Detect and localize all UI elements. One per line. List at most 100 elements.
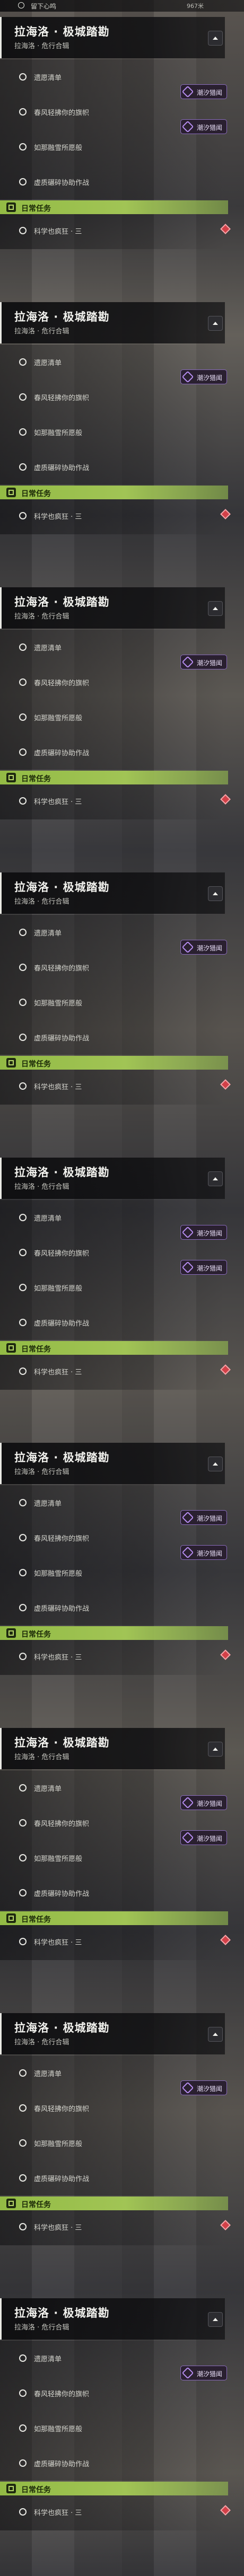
- objective-row[interactable]: 如那融雪所愿般: [0, 1840, 244, 1875]
- quest-subtitle: 拉海洛 · 危行合辑: [14, 328, 69, 336]
- objective-row[interactable]: 虚质碾碎协助作战: [0, 2160, 244, 2195]
- daily-task-header[interactable]: 日常任务: [0, 771, 228, 784]
- daily-objective-row[interactable]: 科学也疯狂 · 三: [0, 214, 244, 249]
- quest-header[interactable]: 拉海洛 · 极城踏勘 拉海洛 · 危行合辑: [0, 1728, 225, 1769]
- daily-task-header[interactable]: 日常任务: [0, 2196, 228, 2210]
- circle-outline-icon: [19, 1889, 27, 1896]
- daily-task-header[interactable]: 日常任务: [0, 1626, 228, 1640]
- daily-task-header[interactable]: 日常任务: [0, 1341, 228, 1355]
- tidal-hunt-badge[interactable]: 潮汐猎闻: [180, 369, 227, 384]
- daily-objective-row[interactable]: 科学也疯狂 · 三: [0, 1925, 244, 1960]
- daily-task-icon: [6, 2199, 16, 2208]
- objective-row[interactable]: 虚质碾碎协助作战: [0, 1020, 244, 1055]
- objective-row[interactable]: 如那融雪所愿般: [0, 414, 244, 449]
- objective-row[interactable]: 虚质碾碎协助作战: [0, 449, 244, 484]
- objective-row[interactable]: 春风轻拂你的旗帜: [0, 380, 244, 414]
- daily-objective-row[interactable]: 科学也疯狂 · 三: [0, 2495, 244, 2530]
- chevron-up-icon[interactable]: [208, 316, 223, 331]
- chevron-up-icon[interactable]: [208, 31, 223, 46]
- daily-task-header[interactable]: 日常任务: [0, 2482, 228, 2495]
- daily-objective-row[interactable]: 科学也疯狂 · 三: [0, 784, 244, 819]
- daily-task-header[interactable]: 日常任务: [0, 486, 228, 499]
- quest-header[interactable]: 拉海洛 · 极城踏勘 拉海洛 · 危行合辑: [0, 2013, 225, 2054]
- quest-header[interactable]: 拉海洛 · 极城踏勘 拉海洛 · 危行合辑: [0, 872, 225, 914]
- objective-row[interactable]: 如那融雪所愿般: [0, 985, 244, 1020]
- objective-row[interactable]: 如那融雪所愿般: [0, 129, 244, 164]
- quest-header[interactable]: 拉海洛 · 极城踏勘 拉海洛 · 危行合辑: [0, 17, 225, 58]
- quest-panel: 拉海洛 · 极城踏勘 拉海洛 · 危行合辑 遗愿清单 春风轻拂你的旗帜 潮汐猎闻 如那融雪…: [0, 17, 244, 281]
- daily-task-title: 日常任务: [21, 490, 51, 498]
- circle-outline-icon: [19, 1569, 27, 1576]
- tidal-hunt-badge[interactable]: 潮汐猎闻: [180, 119, 227, 134]
- objective-row[interactable]: 春风轻拂你的旗帜: [0, 665, 244, 700]
- chevron-up-icon[interactable]: [208, 1171, 223, 1186]
- daily-objective-row[interactable]: 科学也疯狂 · 三: [0, 1355, 244, 1390]
- daily-task-header[interactable]: 日常任务: [0, 1911, 228, 1925]
- objective-label: 春风轻拂你的旗帜: [34, 2390, 90, 2398]
- daily-objective-row[interactable]: 科学也疯狂 · 三: [0, 1640, 244, 1675]
- objective-label: 春风轻拂你的旗帜: [34, 109, 90, 117]
- objective-label: 遗愿清单: [34, 1500, 62, 1508]
- tidal-hunt-badge[interactable]: 潮汐猎闻: [180, 1225, 227, 1240]
- quest-header[interactable]: 拉海洛 · 极城踏勘拉海洛 · 危行合辑: [0, 302, 225, 343]
- tidal-hunt-badge[interactable]: 潮汐猎闻: [180, 1795, 227, 1810]
- objective-row[interactable]: 如那融雪所愿般: [0, 1555, 244, 1590]
- objective-row[interactable]: 春风轻拂你的旗帜: [0, 2090, 244, 2125]
- quest-header[interactable]: 拉海洛 · 极城踏勘 拉海洛 · 危行合辑: [0, 1443, 225, 1484]
- objective-row[interactable]: 虚质碾碎协助作战: [0, 1875, 244, 1910]
- chevron-up-icon[interactable]: [208, 601, 223, 616]
- tidal-hunt-badge-label: 潮汐猎闻: [197, 659, 223, 667]
- tidal-hunt-icon: [181, 1796, 194, 1809]
- objective-row[interactable]: 如那融雪所愿般: [0, 2125, 244, 2160]
- tidal-hunt-badge[interactable]: 潮汐猎闻: [180, 2366, 227, 2380]
- tidal-hunt-badge[interactable]: 潮汐猎闻: [180, 84, 227, 99]
- objective-row[interactable]: 如那融雪所愿般: [0, 1270, 244, 1305]
- tidal-hunt-badge[interactable]: 潮汐猎闻: [180, 655, 227, 669]
- objective-row[interactable]: 春风轻拂你的旗帜: [0, 950, 244, 985]
- chevron-up-icon[interactable]: [208, 2027, 223, 2042]
- quest-header[interactable]: 拉海洛 · 极城踏勘 拉海洛 · 危行合辑: [0, 1158, 225, 1199]
- objective-row[interactable]: 虚质碾碎协助作战: [0, 1590, 244, 1625]
- tidal-hunt-badge[interactable]: 潮汐猎闻: [180, 2080, 227, 2095]
- daily-task-header[interactable]: 日常任务: [0, 200, 228, 214]
- objective-row[interactable]: 如那融雪所愿般: [0, 700, 244, 735]
- daily-objective-row[interactable]: 科学也疯狂 · 三: [0, 499, 244, 534]
- tidal-hunt-badge[interactable]: 潮汐猎闻: [180, 1545, 227, 1560]
- circle-outline-icon: [19, 643, 27, 651]
- circle-outline-icon: [19, 428, 27, 436]
- quest-panel: 拉海洛 · 极城踏勘 拉海洛 · 危行合辑 遗愿清单 春风轻拂你的旗帜 潮汐猎闻 如那融雪…: [0, 1728, 244, 1992]
- tidal-hunt-badge[interactable]: 潮汐猎闻: [180, 1510, 227, 1525]
- quest-title: 拉海洛 · 极城踏勘: [14, 311, 110, 323]
- objective-row[interactable]: 虚质碾碎协助作战: [0, 164, 244, 199]
- circle-outline-icon: [19, 999, 27, 1006]
- objective-row[interactable]: 虚质碾碎协助作战: [0, 735, 244, 770]
- objective-row[interactable]: 虚质碾碎协助作战: [0, 2446, 244, 2481]
- chevron-up-icon[interactable]: [208, 886, 223, 901]
- tidal-hunt-badge-label: 潮汐猎闻: [197, 2370, 223, 2378]
- daily-task-header[interactable]: 日常任务: [0, 1056, 228, 1070]
- circle-outline-icon: [19, 2389, 27, 2397]
- chevron-up-icon[interactable]: [208, 1457, 223, 1471]
- objective-label: 虚质碾碎协助作战: [34, 179, 90, 187]
- chevron-up-icon[interactable]: [208, 1742, 223, 1757]
- circle-outline-icon: [19, 2139, 27, 2147]
- objective-row[interactable]: 虚质碾碎协助作战: [0, 1305, 244, 1340]
- daily-objective-label: 科学也疯狂 · 三: [34, 1083, 82, 1091]
- daily-objective-label: 科学也疯狂 · 三: [34, 1369, 82, 1377]
- daily-objective-row[interactable]: 科学也疯狂 · 三: [0, 1070, 244, 1105]
- quest-header[interactable]: 拉海洛 · 极城踏勘 拉海洛 · 危行合辑: [0, 587, 225, 629]
- objective-row[interactable]: 春风轻拂你的旗帜: [0, 2376, 244, 2411]
- circle-outline-icon: [19, 2104, 27, 2112]
- circle-outline-icon: [19, 358, 27, 366]
- objective-row[interactable]: 如那融雪所愿般: [0, 2411, 244, 2446]
- objective-label: 春风轻拂你的旗帜: [34, 1250, 90, 1258]
- daily-task-title: 日常任务: [21, 1345, 51, 1354]
- tidal-hunt-badge[interactable]: 潮汐猎闻: [180, 940, 227, 955]
- quest-header[interactable]: 拉海洛 · 极城踏勘 拉海洛 · 危行合辑: [0, 2298, 225, 2340]
- daily-objective-row[interactable]: 科学也疯狂 · 三: [0, 2210, 244, 2245]
- tracked-objective-row[interactable]: 留下心鸣 967米: [0, 0, 244, 12]
- quest-title: 拉海洛 · 极城踏勘: [14, 881, 110, 894]
- tidal-hunt-badge[interactable]: 潮汐猎闻: [180, 1260, 227, 1275]
- chevron-up-icon[interactable]: [208, 2312, 223, 2327]
- tidal-hunt-badge[interactable]: 潮汐猎闻: [180, 1830, 227, 1845]
